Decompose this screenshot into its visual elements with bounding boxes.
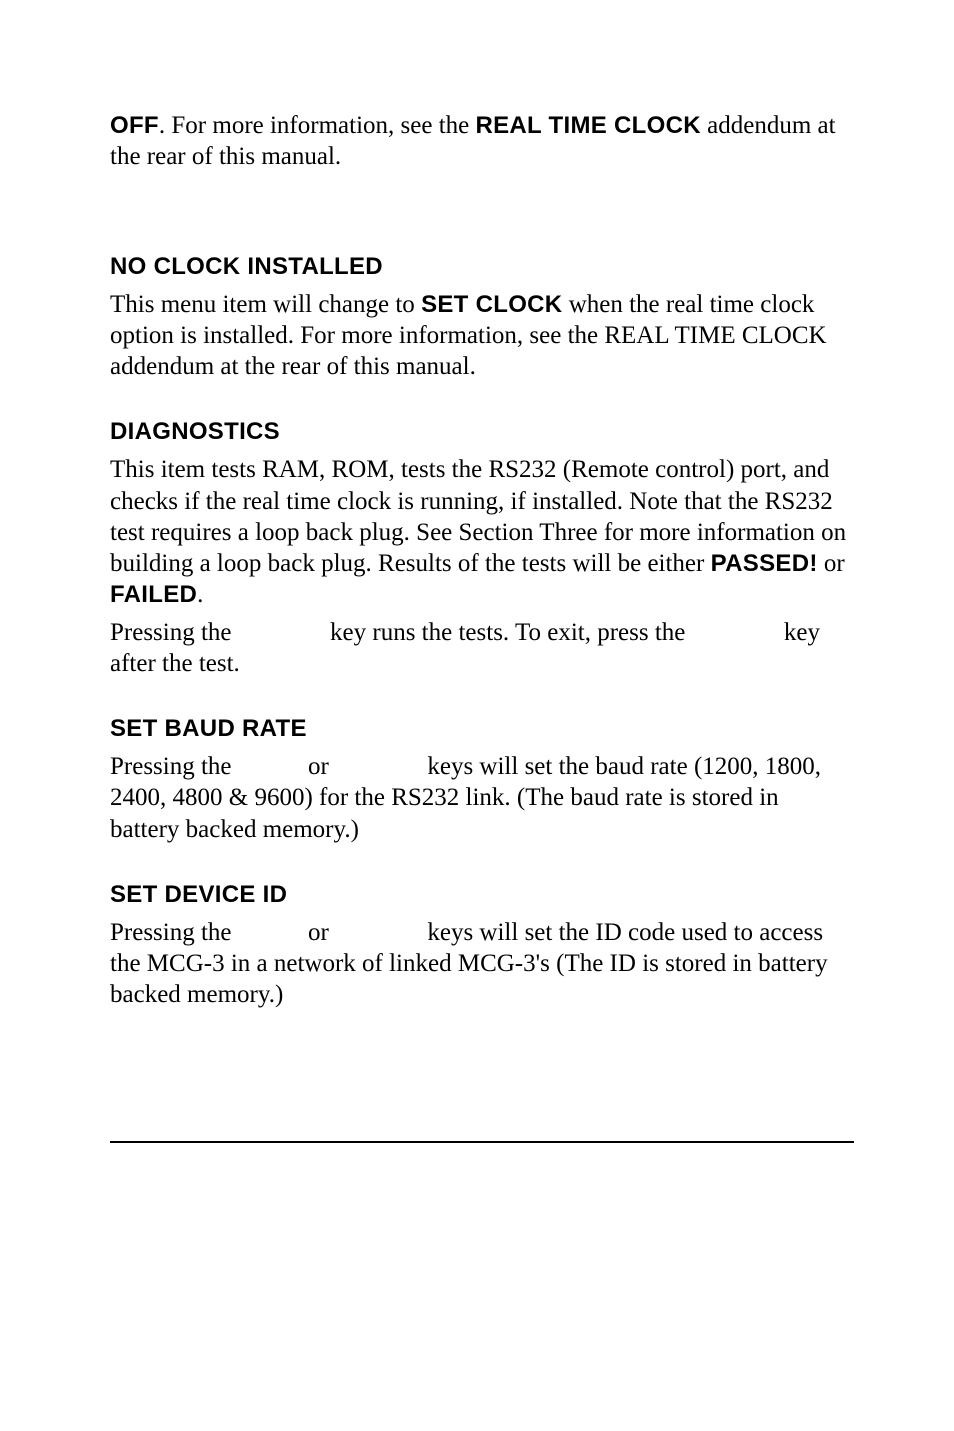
intro-paragraph: OFF. For more information, see the REAL … [110, 110, 854, 173]
diagnostics-paragraph-2: Pressing the key runs the tests. To exit… [110, 617, 854, 680]
set-clock-label: SET CLOCK [421, 291, 562, 318]
baud-press-1: Pressing the [110, 753, 238, 780]
diag-press-2: key runs the tests. To exit, press the [324, 619, 692, 646]
no-clock-text-1: This menu item will change to [110, 291, 421, 318]
footer-rule [110, 1141, 854, 1143]
intro-text-1: . For more information, see the [159, 112, 476, 139]
diag-period: . [197, 581, 203, 608]
diagnostics-heading: DIAGNOSTICS [110, 418, 854, 446]
device-press-1: Pressing the [110, 919, 238, 946]
device-or: or [302, 919, 335, 946]
device-heading: SET DEVICE ID [110, 881, 854, 909]
device-paragraph: Pressing the or keys will set the ID cod… [110, 917, 854, 1011]
baud-paragraph: Pressing the or keys will set the baud r… [110, 751, 854, 845]
baud-section: SET BAUD RATE Pressing the or keys will … [110, 715, 854, 845]
diag-press-1: Pressing the [110, 619, 238, 646]
baud-or: or [302, 753, 335, 780]
no-clock-paragraph: This menu item will change to SET CLOCK … [110, 289, 854, 383]
rtc-label: REAL TIME CLOCK [475, 112, 700, 139]
diag-or: or [818, 550, 845, 577]
page-content: OFF. For more information, see the REAL … [0, 0, 954, 1203]
passed-label: PASSED! [711, 550, 818, 577]
diagnostics-section: DIAGNOSTICS This item tests RAM, ROM, te… [110, 418, 854, 679]
device-section: SET DEVICE ID Pressing the or keys will … [110, 881, 854, 1011]
no-clock-section: NO CLOCK INSTALLED This menu item will c… [110, 253, 854, 383]
off-label: OFF [110, 112, 159, 139]
failed-label: FAILED [110, 581, 197, 608]
baud-heading: SET BAUD RATE [110, 715, 854, 743]
diagnostics-paragraph-1: This item tests RAM, ROM, tests the RS23… [110, 454, 854, 610]
no-clock-heading: NO CLOCK INSTALLED [110, 253, 854, 281]
